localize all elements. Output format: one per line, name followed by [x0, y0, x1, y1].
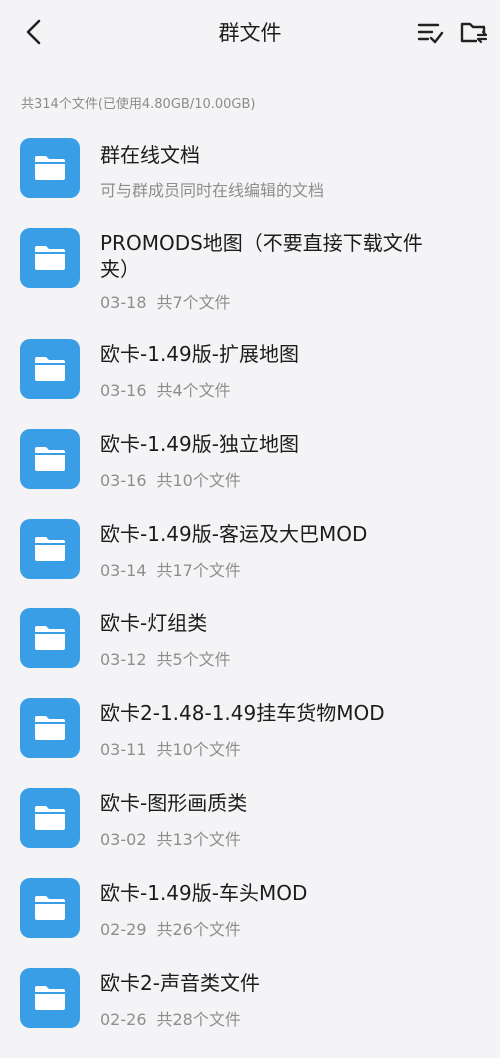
item-meta: 03-14 共17个文件	[100, 557, 241, 581]
list-item[interactable]: 欧卡-图形画质类 03-02 共13个文件	[0, 788, 500, 878]
item-meta: 03-11 共10个文件	[100, 736, 241, 760]
item-date: 02-26	[100, 1010, 147, 1029]
item-count: 共28个文件	[156, 1010, 241, 1029]
item-count: 共26个文件	[156, 920, 241, 939]
item-subtitle: 可与群成员同时在线编辑的文档	[100, 181, 325, 200]
item-date: 03-12	[100, 650, 147, 669]
list-item[interactable]: 欧卡2-1.48-1.49挂车货物MOD 03-11 共10个文件	[0, 698, 500, 788]
list-item-online-docs[interactable]: 群在线文档 可与群成员同时在线编辑的文档	[0, 138, 500, 228]
item-meta: 03-18 共7个文件	[100, 289, 231, 313]
item-name: PROMODS地图（不要直接下载文件夹）	[100, 231, 423, 281]
item-date: 03-16	[100, 471, 147, 490]
item-date: 03-11	[100, 740, 147, 759]
item-meta: 02-26 共28个文件	[100, 1006, 241, 1030]
item-meta: 03-16 共10个文件	[100, 467, 241, 491]
item-meta: 03-16 共4个文件	[100, 377, 231, 401]
folder-icon	[20, 698, 80, 758]
item-name: 欧卡2-声音类文件	[100, 971, 260, 995]
folder-icon	[20, 228, 80, 288]
list-item[interactable]: 欧卡-1.49版-客运及大巴MOD 03-14 共17个文件	[0, 519, 500, 609]
item-name: 欧卡2-1.48-1.49挂车货物MOD	[100, 701, 385, 725]
item-meta: 03-12 共5个文件	[100, 646, 231, 670]
item-name: 欧卡-灯组类	[100, 611, 208, 635]
folder-sync-icon	[460, 22, 488, 44]
folder-icon	[20, 608, 80, 668]
folder-icon	[20, 788, 80, 848]
item-name: 欧卡-1.49版-独立地图	[100, 432, 299, 456]
item-name: 欧卡-图形画质类	[100, 791, 248, 815]
folder-icon	[20, 429, 80, 489]
item-count: 共5个文件	[156, 650, 231, 669]
item-date: 02-29	[100, 920, 147, 939]
item-count: 共7个文件	[156, 293, 231, 312]
storage-summary: 共314个文件(已使用4.80GB/10.00GB)	[21, 97, 256, 112]
list-item[interactable]: 欧卡-1.49版-扩展地图 03-16 共4个文件	[0, 339, 500, 429]
item-date: 03-02	[100, 830, 147, 849]
item-date: 03-14	[100, 561, 147, 580]
folder-icon	[20, 339, 80, 399]
folder-icon	[20, 519, 80, 579]
top-bar: 群文件	[0, 0, 500, 64]
folder-icon	[20, 138, 80, 198]
list-item[interactable]: 欧卡-灯组类 03-12 共5个文件	[0, 608, 500, 698]
item-count: 共10个文件	[156, 740, 241, 759]
folder-icon	[20, 878, 80, 938]
item-date: 03-16	[100, 381, 147, 400]
item-name: 群在线文档	[100, 143, 200, 167]
item-count: 共4个文件	[156, 381, 231, 400]
item-count: 共17个文件	[156, 561, 241, 580]
item-name: 欧卡-1.49版-车头MOD	[100, 881, 308, 905]
item-count: 共13个文件	[156, 830, 241, 849]
list-item[interactable]: 欧卡-1.49版-独立地图 03-16 共10个文件	[0, 429, 500, 519]
sort-button[interactable]	[414, 16, 446, 48]
sort-list-icon	[417, 23, 444, 44]
folder-manage-button[interactable]	[458, 16, 490, 48]
folder-icon	[20, 968, 80, 1028]
item-meta: 02-29 共26个文件	[100, 916, 241, 940]
list-item[interactable]: 欧卡-1.49版-车头MOD 02-29 共26个文件	[0, 878, 500, 968]
item-meta: 03-02 共13个文件	[100, 826, 241, 850]
item-name: 欧卡-1.49版-扩展地图	[100, 342, 299, 366]
item-date: 03-18	[100, 293, 147, 312]
item-count: 共10个文件	[156, 471, 241, 490]
item-name: 欧卡-1.49版-客运及大巴MOD	[100, 522, 368, 546]
list-item[interactable]: PROMODS地图（不要直接下载文件夹） 03-18 共7个文件	[0, 228, 500, 328]
list-item[interactable]: 欧卡2-声音类文件 02-26 共28个文件	[0, 968, 500, 1058]
